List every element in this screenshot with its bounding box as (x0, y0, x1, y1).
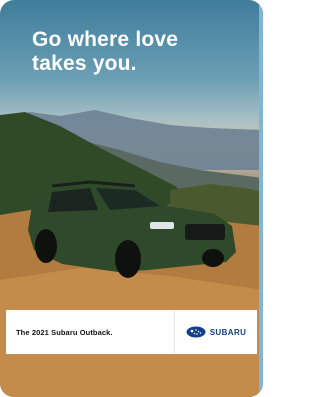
subaru-stars-icon (186, 326, 206, 338)
caption-band: The 2021 Subaru Outback. SUBARU (6, 310, 257, 354)
brand-name: SUBARU (209, 327, 247, 337)
right-edge-accent (259, 0, 263, 397)
headline-line-1: Go where love (32, 28, 179, 51)
brand-area: SUBARU (174, 310, 257, 354)
caption-text: The 2021 Subaru Outback. (16, 327, 113, 337)
headline-line-2: takes you. (32, 52, 137, 75)
car-headlight (150, 222, 174, 229)
car-right-wheel (202, 249, 224, 267)
car-rear-wheel (35, 229, 57, 263)
ad-banner[interactable]: Go where love takes you. The 2021 Subaru… (0, 0, 263, 397)
headline: Go where love takes you. (32, 28, 178, 76)
car-front-wheel (115, 240, 141, 278)
caption-area: The 2021 Subaru Outback. (6, 310, 174, 354)
subaru-logo: SUBARU (186, 326, 247, 338)
car-grille (185, 224, 225, 240)
